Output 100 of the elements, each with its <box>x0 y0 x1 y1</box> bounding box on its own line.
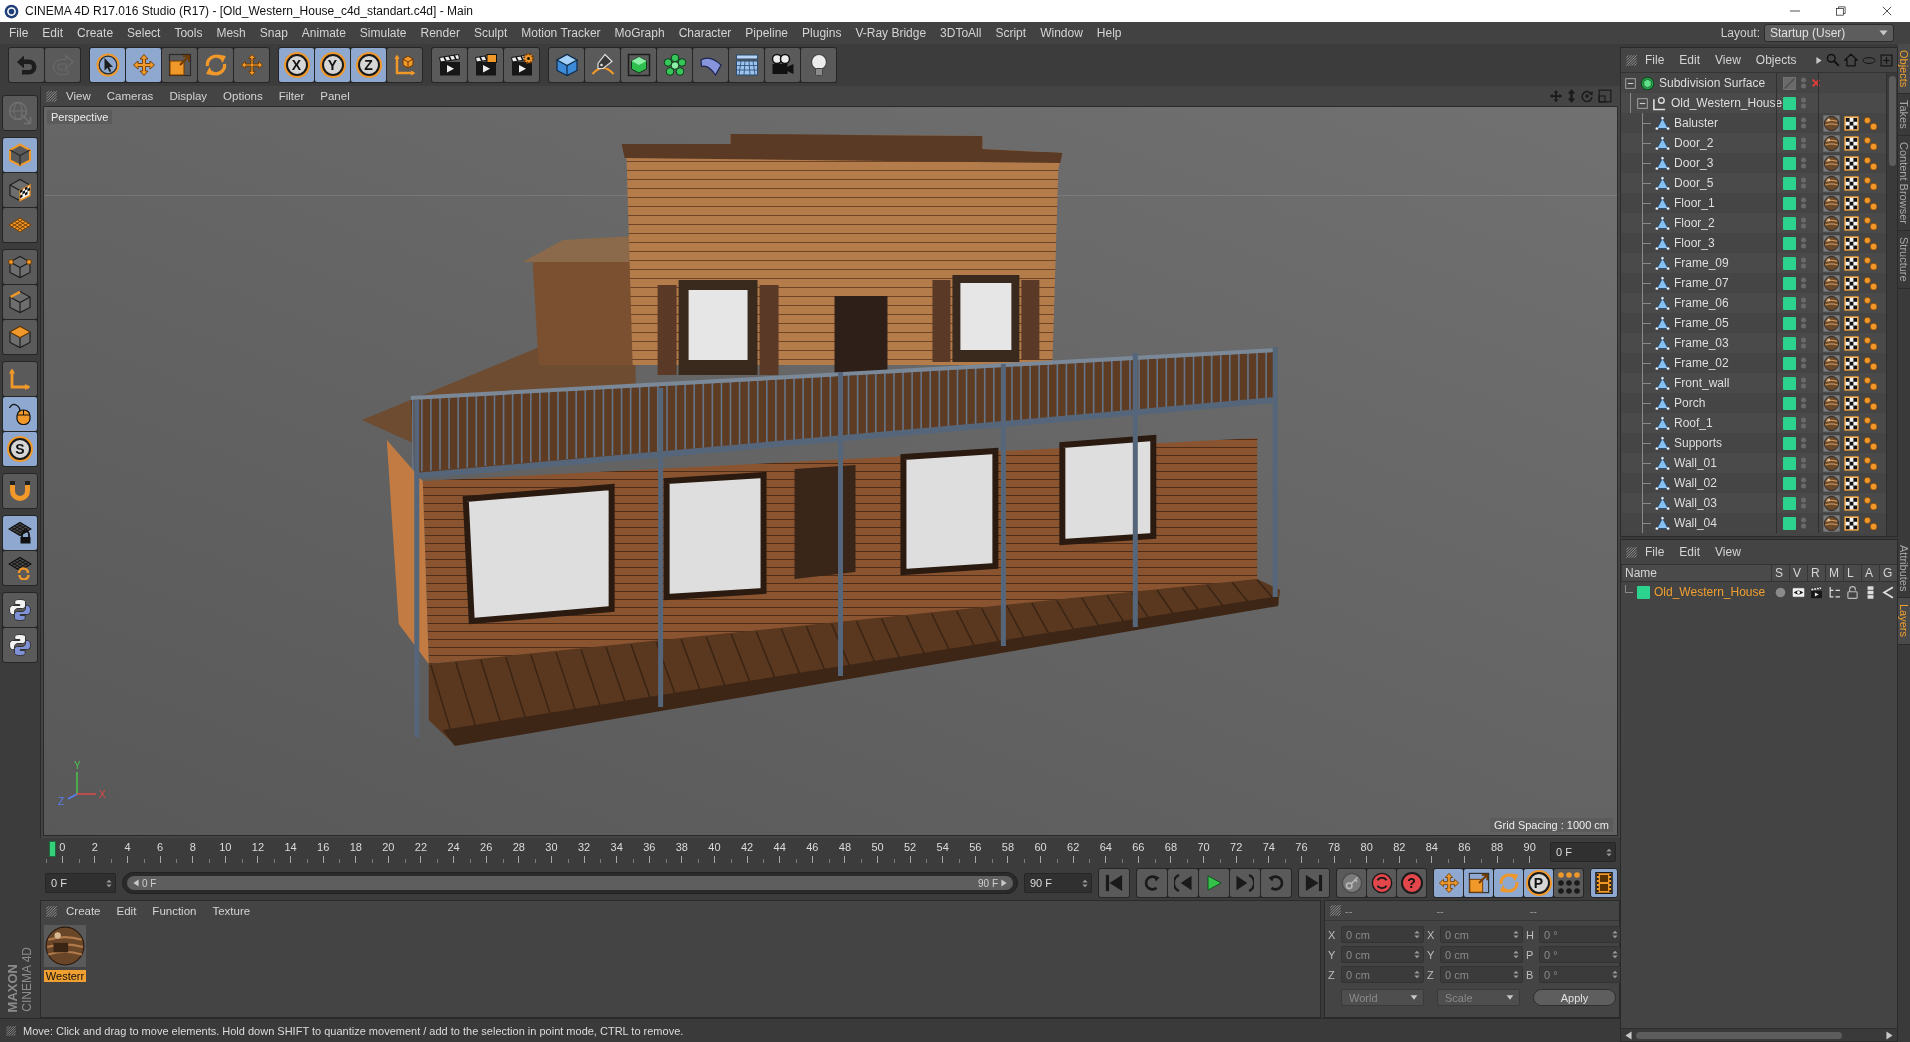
object-name[interactable]: Baluster <box>1674 116 1719 130</box>
object-name[interactable]: Porch <box>1674 396 1706 410</box>
tree-row[interactable]: Front_wall <box>1621 373 1886 393</box>
two-dots-icon[interactable] <box>1801 197 1806 209</box>
two-spheres-icon[interactable] <box>1863 375 1878 391</box>
menu-item[interactable]: 3DToAll <box>933 25 989 41</box>
two-dots-icon[interactable] <box>1801 357 1806 369</box>
two-spheres-icon[interactable] <box>1863 275 1878 291</box>
material-sphere-icon[interactable] <box>1823 214 1840 232</box>
record-button[interactable] <box>1367 869 1396 897</box>
material-sphere-icon[interactable] <box>1823 394 1840 412</box>
tree-row[interactable]: Door_5 <box>1621 173 1886 193</box>
layer-swatch[interactable] <box>1783 396 1796 410</box>
layer-swatch[interactable] <box>1783 456 1796 470</box>
menu-item[interactable]: View <box>59 90 98 102</box>
material-preview[interactable] <box>44 925 86 967</box>
layer-swatch[interactable] <box>1783 236 1796 250</box>
checker-icon[interactable] <box>1844 175 1859 191</box>
column-header[interactable]: R <box>1807 565 1825 581</box>
two-spheres-icon[interactable] <box>1863 315 1878 331</box>
side-tab[interactable]: Takes <box>1898 94 1910 137</box>
menu-item[interactable]: Character <box>671 25 739 41</box>
layer-swatch[interactable] <box>1783 196 1796 210</box>
menu-item[interactable]: Animate <box>294 25 353 41</box>
two-spheres-icon[interactable] <box>1863 515 1878 531</box>
step-forward-button[interactable] <box>1230 869 1260 897</box>
clapperboard-icon[interactable] <box>1809 585 1823 599</box>
range-slider[interactable]: 0 F 90 F <box>122 872 1018 894</box>
autokey-button[interactable] <box>1337 869 1366 897</box>
object-name[interactable]: Subdivision Surface <box>1659 76 1766 90</box>
layer-swatch[interactable] <box>1637 585 1650 599</box>
polygons-mode-button[interactable] <box>3 320 37 354</box>
column-header[interactable]: A <box>1861 565 1879 581</box>
menu-item[interactable]: Texture <box>205 905 258 917</box>
render-settings-button[interactable] <box>504 48 539 82</box>
play-button[interactable] <box>1199 869 1229 897</box>
material-sphere-icon[interactable] <box>1823 474 1840 492</box>
side-tab[interactable]: Objects <box>1898 44 1910 95</box>
pen-tool-button[interactable] <box>585 48 620 82</box>
letter-toggle-button[interactable]: Z <box>351 48 386 82</box>
tweak-mode-button[interactable] <box>3 397 37 431</box>
two-spheres-icon[interactable] <box>1863 495 1878 511</box>
menu-item[interactable]: Select <box>120 25 168 41</box>
checker-icon[interactable] <box>1844 495 1859 511</box>
checker-icon[interactable] <box>1844 435 1859 451</box>
previous-key-button[interactable] <box>1137 869 1167 897</box>
object-name[interactable]: Old_Western_House <box>1671 96 1783 110</box>
menu-item[interactable]: Script <box>988 25 1034 41</box>
object-name[interactable]: Door_2 <box>1674 136 1714 150</box>
object-name[interactable]: Wall_01 <box>1674 456 1717 470</box>
deformer-button[interactable] <box>693 48 728 82</box>
material-sphere-icon[interactable] <box>1823 314 1840 332</box>
tree-row[interactable]: Frame_03 <box>1621 333 1886 353</box>
two-dots-icon[interactable] <box>1801 157 1806 169</box>
menu-item[interactable]: Display <box>162 90 215 102</box>
menu-item[interactable]: Plugins <box>795 25 849 41</box>
script-button[interactable] <box>3 628 37 662</box>
object-name[interactable]: Frame_06 <box>1674 296 1729 310</box>
material-sphere-icon[interactable] <box>1823 434 1840 452</box>
object-name[interactable]: Frame_07 <box>1674 276 1729 290</box>
object-name[interactable]: Frame_05 <box>1674 316 1729 330</box>
model-mode-button[interactable] <box>3 138 37 172</box>
workplane-mode-button[interactable] <box>3 208 37 242</box>
two-spheres-icon[interactable] <box>1863 435 1878 451</box>
side-tab[interactable]: Layers <box>1898 598 1910 645</box>
scale-tool-button[interactable] <box>1464 869 1493 897</box>
checker-icon[interactable] <box>1844 475 1859 491</box>
tree-row[interactable]: Door_2 <box>1621 133 1886 153</box>
column-header[interactable]: M <box>1825 565 1843 581</box>
two-spheres-icon[interactable] <box>1863 335 1878 351</box>
cube-button[interactable] <box>549 48 584 82</box>
material-name[interactable]: Westerr <box>43 970 87 982</box>
object-name[interactable]: Wall_02 <box>1674 476 1717 490</box>
column-header[interactable]: Name <box>1621 565 1771 581</box>
next-key-button[interactable] <box>1261 869 1291 897</box>
material-sphere-icon[interactable] <box>1823 334 1840 352</box>
scrollbar-thumb[interactable] <box>1636 1031 1842 1039</box>
transform-tool-button[interactable] <box>234 48 269 82</box>
light-button[interactable] <box>801 48 836 82</box>
menu-item[interactable]: View <box>1708 52 1748 68</box>
two-dots-icon[interactable] <box>1801 377 1806 389</box>
circle-icon[interactable] <box>1774 586 1786 598</box>
object-name[interactable]: Frame_09 <box>1674 256 1729 270</box>
two-spheres-icon[interactable] <box>1863 255 1878 271</box>
cloner-button[interactable] <box>657 48 692 82</box>
object-name[interactable]: Floor_1 <box>1674 196 1715 210</box>
checker-icon[interactable] <box>1844 395 1859 411</box>
material-sphere-icon[interactable] <box>1823 194 1840 212</box>
layer-swatch[interactable] <box>1783 316 1796 330</box>
go-to-start-button[interactable] <box>1098 868 1130 898</box>
checker-icon[interactable] <box>1844 375 1859 391</box>
frame-field[interactable]: 90 F <box>1024 873 1092 893</box>
two-spheres-icon[interactable] <box>1863 195 1878 211</box>
menu-item[interactable]: MoGraph <box>607 25 672 41</box>
checker-icon[interactable] <box>1844 355 1859 371</box>
material-sphere-icon[interactable] <box>1823 454 1840 472</box>
layer-swatch[interactable] <box>1783 436 1796 450</box>
column-header[interactable]: S <box>1771 565 1789 581</box>
timeline-button[interactable] <box>1590 868 1618 898</box>
menu-item[interactable]: Mesh <box>209 25 253 41</box>
